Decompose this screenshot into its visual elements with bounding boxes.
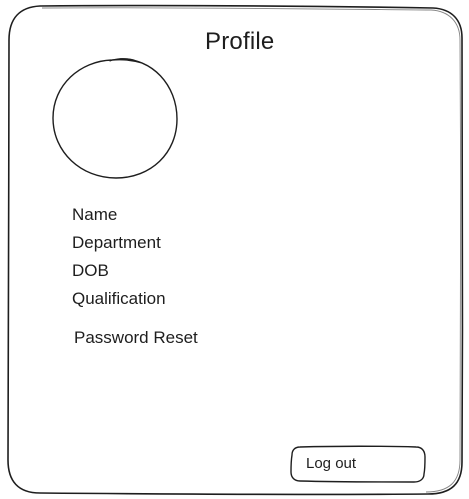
avatar-circle-icon — [52, 58, 178, 179]
page-title: Profile — [205, 28, 275, 55]
profile-field-name: Name — [72, 205, 118, 224]
logout-button[interactable]: Log out — [290, 445, 426, 483]
profile-field-dob: DOB — [72, 261, 109, 280]
logout-button-label: Log out — [306, 455, 357, 472]
avatar — [50, 57, 180, 181]
profile-card: Profile Name Department DOB Qualificatio… — [0, 0, 469, 499]
profile-field-department: Department — [72, 233, 161, 252]
password-reset-link[interactable]: Password Reset — [74, 327, 198, 349]
profile-field-qualification: Qualification — [72, 289, 166, 308]
